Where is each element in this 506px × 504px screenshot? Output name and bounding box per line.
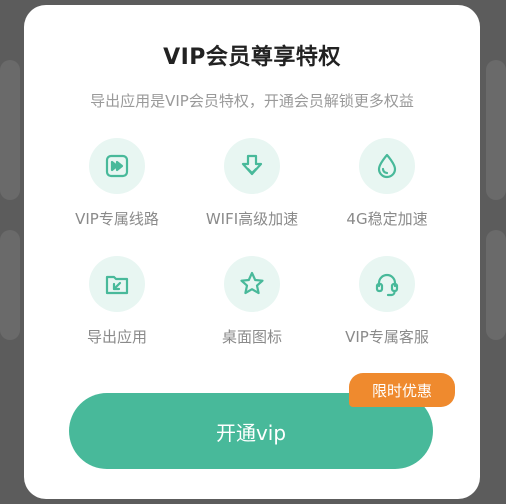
background-card bbox=[0, 60, 20, 200]
background-card bbox=[486, 60, 506, 200]
dialog-subtitle: 导出应用是VIP会员特权，开通会员解锁更多权益 bbox=[90, 92, 414, 110]
background-card bbox=[486, 230, 506, 340]
download-arrow-icon bbox=[224, 138, 280, 194]
headset-icon bbox=[359, 256, 415, 312]
feature-label: VIP专属客服 bbox=[345, 328, 429, 346]
feature-label: 导出应用 bbox=[86, 328, 147, 346]
folder-export-icon bbox=[89, 256, 145, 312]
feature-label: 桌面图标 bbox=[221, 328, 282, 346]
star-icon bbox=[224, 256, 280, 312]
background-card bbox=[0, 230, 20, 340]
feature-4g-boost: 4G稳定加速 bbox=[317, 138, 457, 229]
feature-desktop-icon: 桌面图标 bbox=[182, 256, 322, 347]
feature-vip-line: VIP专属线路 bbox=[47, 138, 187, 229]
feature-label: VIP专属线路 bbox=[75, 210, 159, 228]
water-drop-icon bbox=[359, 138, 415, 194]
vip-dialog: VIP会员尊享特权 导出应用是VIP会员特权，开通会员解锁更多权益 VIP专属线… bbox=[24, 5, 480, 499]
dialog-title: VIP会员尊享特权 bbox=[163, 45, 341, 70]
feature-vip-support: VIP专属客服 bbox=[317, 256, 457, 347]
feature-export-app: 导出应用 bbox=[47, 256, 187, 347]
feature-label: WIFI高级加速 bbox=[205, 210, 299, 228]
feature-wifi-boost: WIFI高级加速 bbox=[182, 138, 322, 229]
feature-label: 4G稳定加速 bbox=[346, 210, 428, 228]
fast-forward-icon bbox=[89, 138, 145, 194]
limited-offer-badge: 限时优惠 bbox=[349, 373, 455, 407]
